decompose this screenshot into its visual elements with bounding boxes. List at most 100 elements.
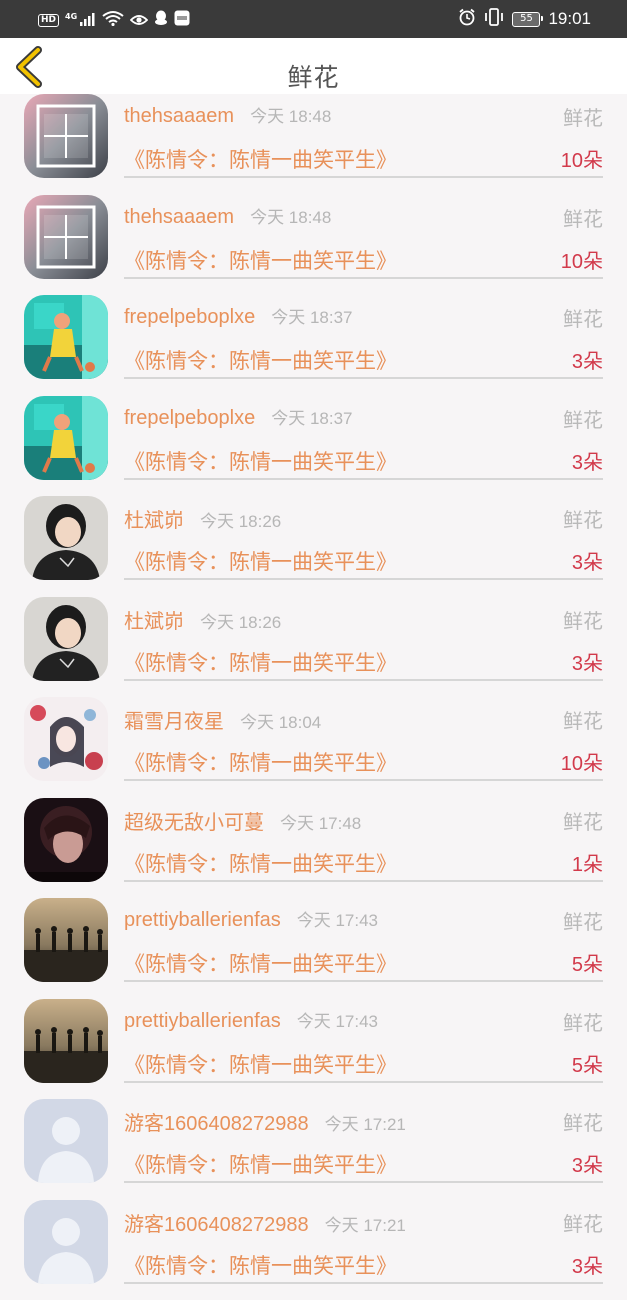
drama-title[interactable]: 《陈情令：陈情一曲笑平生》	[124, 1049, 397, 1079]
avatar-dark-portrait[interactable]	[24, 798, 108, 882]
gift-record-row[interactable]: thehsaaaem今天 18:48 鲜花 《陈情令：陈情一曲笑平生》 10朵	[0, 195, 627, 296]
gift-record-row[interactable]: 杜斌峁今天 18:26 鲜花 《陈情令：陈情一曲笑平生》 3朵	[0, 496, 627, 597]
avatar-floral-illustration[interactable]	[24, 697, 108, 781]
gift-count: 3朵	[572, 546, 603, 575]
eye-icon	[130, 11, 148, 30]
avatar-text-art[interactable]	[24, 195, 108, 279]
status-bar-left: HD 4G	[38, 10, 190, 30]
gift-type-label: 鲜花	[563, 1208, 603, 1237]
drama-title[interactable]: 《陈情令：陈情一曲笑平生》	[124, 1250, 397, 1280]
gift-type-label: 鲜花	[563, 806, 603, 835]
sender-name: 霜雪月夜星今天 18:04	[124, 705, 321, 734]
sender-name: 超级无敌小可蔓今天 17:48	[124, 806, 361, 835]
row-divider	[124, 779, 603, 781]
qq-icon	[154, 10, 168, 30]
row-divider	[124, 880, 603, 882]
avatar-person-dark-shirt[interactable]	[24, 597, 108, 681]
gift-type-label: 鲜花	[563, 605, 603, 634]
avatar-default-user[interactable]	[24, 1200, 108, 1284]
send-time: 今天 17:21	[325, 1115, 406, 1134]
gift-count: 1朵	[572, 848, 603, 877]
send-time: 今天 17:48	[280, 814, 361, 833]
drama-title[interactable]: 《陈情令：陈情一曲笑平生》	[124, 848, 397, 878]
gift-record-row[interactable]: 游客1606408272988今天 17:21 鲜花 《陈情令：陈情一曲笑平生》…	[0, 1200, 627, 1300]
gift-count: 3朵	[572, 647, 603, 676]
row-divider	[124, 980, 603, 982]
sender-name-text: frepelpeboplxe	[124, 306, 255, 328]
gift-record-row[interactable]: 超级无敌小可蔓今天 17:48 鲜花 《陈情令：陈情一曲笑平生》 1朵	[0, 798, 627, 899]
drama-title[interactable]: 《陈情令：陈情一曲笑平生》	[124, 245, 397, 275]
clock: 19:01	[548, 9, 591, 29]
gift-type-label: 鲜花	[563, 404, 603, 433]
sender-name-text: frepelpeboplxe	[124, 407, 255, 429]
gift-record-row[interactable]: frepelpeboplxe今天 18:37 鲜花 《陈情令：陈情一曲笑平生》 …	[0, 295, 627, 396]
gift-count: 10朵	[561, 245, 603, 274]
drama-title[interactable]: 《陈情令：陈情一曲笑平生》	[124, 144, 397, 174]
sender-name-text: 杜斌峁	[124, 611, 184, 633]
gift-record-row[interactable]: thehsaaaem今天 18:48 鲜花 《陈情令：陈情一曲笑平生》 10朵	[0, 94, 627, 195]
row-divider	[124, 1081, 603, 1083]
gift-count: 3朵	[572, 1250, 603, 1279]
wifi-icon	[102, 10, 124, 30]
sender-name: prettiyballerienfas今天 17:43	[124, 1007, 378, 1033]
app-header: 鲜花	[0, 38, 627, 94]
row-divider	[124, 1282, 603, 1284]
sender-name: frepelpeboplxe 今天 18:37	[124, 404, 352, 430]
avatar-teal-illustration[interactable]	[24, 295, 108, 379]
app-notification-icon	[174, 10, 190, 30]
send-time: 今天 17:21	[325, 1216, 406, 1235]
send-time: 今天 17:43	[297, 911, 378, 930]
avatar-person-dark-shirt[interactable]	[24, 496, 108, 580]
drama-title[interactable]: 《陈情令：陈情一曲笑平生》	[124, 446, 397, 476]
row-divider	[124, 176, 603, 178]
sender-name: 游客1606408272988今天 17:21	[124, 1208, 406, 1237]
drama-title[interactable]: 《陈情令：陈情一曲笑平生》	[124, 948, 397, 978]
sender-name-text: 超级无敌小可蔓	[124, 812, 264, 834]
sender-name: 杜斌峁今天 18:26	[124, 504, 281, 533]
send-time: 今天 17:43	[297, 1012, 378, 1031]
sender-name-text: 游客1606408272988	[124, 1113, 309, 1135]
gift-count: 3朵	[572, 446, 603, 475]
gift-record-row[interactable]: 游客1606408272988 今天 17:21 鲜花 《陈情令：陈情一曲笑平生》…	[0, 1099, 627, 1200]
avatar-teal-illustration[interactable]	[24, 396, 108, 480]
gift-record-row[interactable]: 杜斌峁今天 18:26 鲜花 《陈情令：陈情一曲笑平生》 3朵	[0, 597, 627, 698]
gift-count: 3朵	[572, 345, 603, 374]
send-time: 今天 18:37	[271, 308, 352, 327]
drama-title[interactable]: 《陈情令：陈情一曲笑平生》	[124, 1149, 397, 1179]
gift-count: 5朵	[572, 1049, 603, 1078]
drama-title[interactable]: 《陈情令：陈情一曲笑平生》	[124, 546, 397, 576]
gift-type-label: 鲜花	[563, 303, 603, 332]
avatar-sunset-silhouettes[interactable]	[24, 999, 108, 1083]
gift-type-label: 鲜花	[563, 1107, 603, 1136]
hd-indicator: HD	[38, 14, 59, 27]
drama-title[interactable]: 《陈情令：陈情一曲笑平生》	[124, 345, 397, 375]
sender-name: thehsaaaem今天 18:48	[124, 203, 331, 229]
row-divider	[124, 377, 603, 379]
status-bar: HD 4G 55 19:01	[0, 0, 627, 38]
gift-record-row[interactable]: 霜雪月夜星今天 18:04 鲜花 《陈情令：陈情一曲笑平生》 10朵	[0, 697, 627, 798]
drama-title[interactable]: 《陈情令：陈情一曲笑平生》	[124, 647, 397, 677]
row-divider	[124, 478, 603, 480]
battery-indicator: 55	[512, 12, 540, 27]
avatar-default-user[interactable]	[24, 1099, 108, 1183]
avatar-sunset-silhouettes[interactable]	[24, 898, 108, 982]
drama-title[interactable]: 《陈情令：陈情一曲笑平生》	[124, 747, 397, 777]
sender-name-text: 杜斌峁	[124, 510, 184, 532]
gift-record-list: thehsaaaem今天 18:48 鲜花 《陈情令：陈情一曲笑平生》 10朵 …	[0, 94, 627, 1300]
sender-name: 游客1606408272988 今天 17:21	[124, 1107, 406, 1136]
gift-record-row[interactable]: prettiyballerienfas今天 17:43 鲜花 《陈情令：陈情一曲…	[0, 898, 627, 999]
gift-type-label: 鲜花	[563, 203, 603, 232]
alarm-icon	[458, 8, 476, 30]
avatar-text-art[interactable]	[24, 94, 108, 178]
gift-record-row[interactable]: frepelpeboplxe今天 18:37 鲜花 《陈情令：陈情一曲笑平生》 …	[0, 396, 627, 497]
sender-name: 杜斌峁今天 18:26	[124, 605, 281, 634]
signal-icon	[80, 11, 96, 30]
sender-name: prettiyballerienfas今天 17:43	[124, 906, 378, 932]
gift-record-row[interactable]: prettiyballerienfas今天 17:43 鲜花 《陈情令：陈情一曲…	[0, 999, 627, 1100]
page-title: 鲜花	[0, 58, 627, 94]
network-type: 4G	[65, 12, 77, 21]
row-divider	[124, 679, 603, 681]
row-divider	[124, 1181, 603, 1183]
send-time: 今天 18:37	[271, 409, 352, 428]
gift-count: 3朵	[572, 1149, 603, 1178]
